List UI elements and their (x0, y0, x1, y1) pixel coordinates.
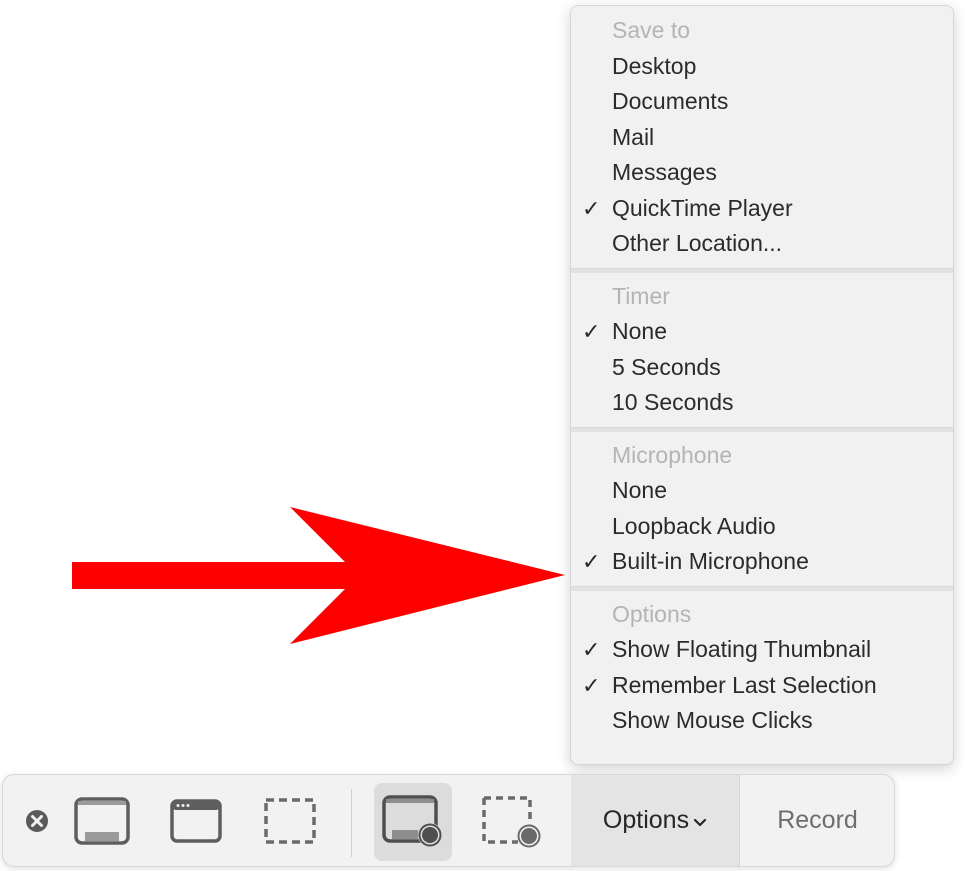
menu-section-save-to: Save to Desktop Documents Mail Messages ✓ Quic… (571, 6, 953, 268)
menu-item-label: None (612, 318, 667, 344)
checkmark-icon: ✓ (582, 549, 601, 574)
close-icon (26, 809, 48, 832)
menu-item-none[interactable]: ✓ None (571, 314, 953, 350)
menu-section-options: Options ✓ Show Floating Thumbnail ✓ Remember… (571, 591, 953, 745)
menu-item-label: Other Location... (612, 230, 783, 256)
menu-item-label: QuickTime Player (612, 194, 793, 221)
capture-window-button[interactable] (163, 775, 229, 866)
record-entire-screen-icon-wrap[interactable] (374, 775, 452, 866)
menu-item-documents[interactable]: Documents (571, 84, 953, 120)
record-selection-icon (482, 795, 541, 848)
menu-section-header: Microphone (612, 441, 733, 468)
checkmark-icon: ✓ (582, 195, 601, 221)
menu-item-10-seconds[interactable]: 10 Seconds (571, 385, 953, 421)
menu-item-5-seconds[interactable]: 5 Seconds (571, 350, 953, 386)
window-icon (170, 798, 222, 843)
menu-item-mail[interactable]: Mail (571, 120, 953, 156)
selection-icon (264, 797, 316, 844)
menu-section-timer: Timer ✓ None 5 Seconds 10 Seconds (571, 273, 953, 427)
menu-item-label: Show Mouse Clicks (612, 707, 813, 733)
toolbar-divider (351, 789, 352, 857)
close-button[interactable] (17, 775, 57, 866)
menu-item-loopback-audio[interactable]: Loopback Audio (571, 509, 953, 545)
options-label: Options (602, 806, 690, 834)
menu-item-none[interactable]: None (571, 473, 953, 509)
menu-item-label: 10 Seconds (612, 389, 734, 415)
menu-section-header: Options (612, 600, 692, 627)
menu-item-messages[interactable]: Messages (571, 155, 953, 191)
options-button[interactable]: Options (571, 775, 739, 866)
record-screen-icon (382, 794, 442, 847)
menu-item-desktop[interactable]: Desktop (571, 49, 953, 85)
menu-item-label: Show Floating Thumbnail (612, 636, 872, 662)
menu-item-label: Built-in Microphone (612, 548, 809, 574)
menu-item-label: Desktop (612, 52, 697, 79)
menu-item-label: Mail (612, 123, 655, 150)
menu-section-header: Timer (612, 282, 670, 309)
entire-screen-icon (74, 796, 130, 845)
menu-item-label: Documents (612, 88, 729, 114)
record-button[interactable]: Record (739, 775, 894, 866)
menu-item-label: 5 Seconds (612, 353, 721, 380)
record-label: Record (777, 806, 858, 834)
arrow-shape (72, 507, 565, 644)
record-selection-button[interactable] (473, 775, 551, 866)
capture-entire-screen-button[interactable] (69, 775, 135, 866)
menu-item-remember-last-selection[interactable]: ✓ Remember Last Selection (571, 668, 953, 704)
menu-section-header: Save to (612, 17, 690, 43)
menu-item-label: None (612, 477, 667, 503)
menu-item-label: Messages (612, 159, 717, 185)
checkmark-icon: ✓ (582, 672, 601, 698)
menu-section-microphone: Microphone None Loopback Audio ✓ Built-in Mi… (571, 432, 953, 586)
menu-item-built-in-microphone[interactable]: ✓ Built-in Microphone (571, 544, 953, 580)
checkmark-icon: ✓ (582, 637, 601, 662)
menu-item-quicktime-player[interactable]: ✓ QuickTime Player (571, 191, 953, 227)
menu-item-label: Remember Last Selection (612, 671, 877, 698)
menu-item-label: Loopback Audio (612, 512, 776, 539)
options-dropdown-menu: Save to Desktop Documents Mail Messages ✓ Quic… (570, 5, 954, 765)
screenshot-toolbar: Options Record (2, 774, 895, 867)
menu-item-show-floating-thumbnail[interactable]: ✓ Show Floating Thumbnail (571, 632, 953, 668)
menu-item-other-location[interactable]: Other Location... (571, 226, 953, 262)
chevron-down-icon (693, 818, 707, 826)
menu-item-show-mouse-clicks[interactable]: Show Mouse Clicks (571, 703, 953, 739)
capture-selection-button[interactable] (257, 775, 323, 866)
checkmark-icon: ✓ (582, 319, 601, 344)
